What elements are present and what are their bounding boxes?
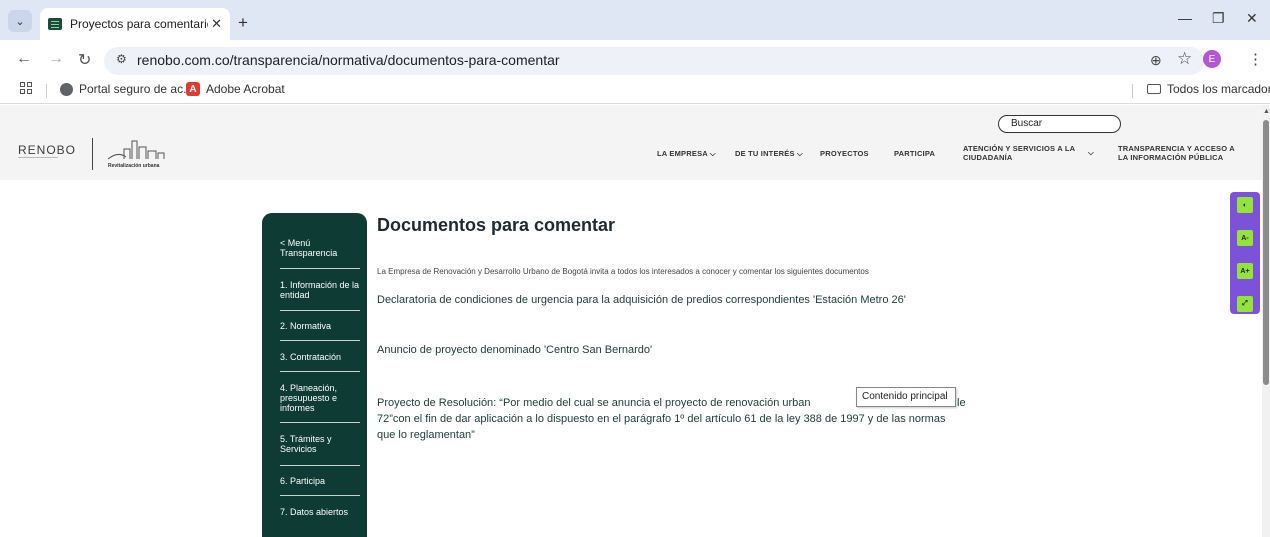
apps-icon[interactable] [20, 82, 32, 94]
page-intro: La Empresa de Renovación y Desarrollo Ur… [377, 267, 869, 276]
sidebar-item-normativa[interactable]: 2. Normativa [280, 321, 360, 331]
increase-font-button[interactable]: A+ [1237, 263, 1253, 279]
tab-title: Proyectos para comentarios | Re [70, 17, 208, 31]
bookmark-divider [1132, 84, 1133, 98]
browser-tab[interactable]: Proyectos para comentarios | Re ✕ [40, 8, 230, 40]
all-bookmarks-label: Todos los marcadores [1167, 82, 1270, 96]
decrease-font-button[interactable]: A- [1237, 230, 1253, 246]
page-title: Documentos para comentar [377, 215, 616, 235]
nav-la-empresa[interactable]: LA EMPRESA ⌵ [657, 149, 716, 158]
zoom-icon[interactable]: ⊕ [1150, 52, 1162, 69]
scroll-up-icon[interactable]: ▲ [1263, 108, 1270, 115]
nav-transparencia[interactable]: TRANSPARENCIA Y ACCESO A LA INFORMACIÓN … [1118, 144, 1243, 162]
sidebar-divider [280, 495, 360, 496]
logo-subtitle: Revitalización urbana [108, 163, 160, 169]
more-menu-icon[interactable]: ⋮ [1248, 50, 1263, 68]
chevron-down-icon: ⌄ [15, 15, 25, 28]
sidebar-item-participa[interactable]: 6. Participa [280, 476, 360, 486]
accessibility-toolbar: ◐ A- A+ ⤢ [1230, 192, 1260, 314]
sidebar-divider [280, 340, 360, 341]
sidebar-divider [280, 268, 360, 269]
tooltip: Contenido principal [856, 387, 956, 407]
new-tab-button[interactable]: + [238, 13, 248, 33]
scrollbar-thumb[interactable] [1263, 120, 1269, 385]
nav-participa[interactable]: PARTICIPA [894, 149, 935, 158]
nav-de-tu-interes[interactable]: DE TU INTERÉS ⌵ [735, 149, 803, 158]
sidebar-item-menu[interactable]: < Menú Transparencia [280, 238, 360, 258]
profile-avatar[interactable]: E [1203, 50, 1221, 68]
bookmark-acrobat[interactable]: A Adobe Acrobat [186, 82, 285, 96]
nav-proyectos[interactable]: PROYECTOS [820, 149, 869, 158]
bookmark-divider [46, 84, 47, 98]
bookmark-star-icon[interactable]: ☆ [1177, 49, 1192, 69]
contrast-icon[interactable]: ◐ [1237, 197, 1253, 213]
nav-atencion-chevron-icon[interactable]: ⌵ [1088, 148, 1094, 157]
close-tab-icon[interactable]: ✕ [211, 16, 222, 32]
site-info-icon[interactable]: ⚙ [116, 52, 127, 66]
transparency-sidebar: < Menú Transparencia 1. Información de l… [262, 213, 367, 537]
all-bookmarks-button[interactable]: Todos los marcadores [1147, 82, 1270, 96]
document-link-san-bernardo[interactable]: Anuncio de proyecto denominado 'Centro S… [377, 342, 652, 359]
folder-icon [1147, 84, 1161, 94]
sidebar-item-planeacion[interactable]: 4. Planeación, presupuesto e informes [280, 383, 360, 413]
logo-divider [92, 138, 93, 170]
document-link-resolucion-line3[interactable]: que lo reglamentan” [377, 427, 475, 444]
sidebar-item-datos[interactable]: 7. Datos abiertos [280, 507, 360, 517]
sidebar-divider [280, 310, 360, 311]
globe-icon [60, 82, 73, 96]
nav-atencion[interactable]: ATENCIÓN Y SERVICIOS A LA CIUDADANÍA [963, 144, 1078, 162]
renobo-logo[interactable]: RENOBO [18, 143, 76, 157]
bookmark-label: Portal seguro de ac... [79, 82, 194, 96]
back-arrow-icon[interactable]: ← [16, 50, 32, 68]
bookmark-portal[interactable]: Portal seguro de ac... [60, 82, 193, 96]
logo-underline [18, 157, 58, 165]
tab-search-button[interactable]: ⌄ [8, 10, 32, 32]
minimize-icon[interactable]: — [1178, 10, 1192, 26]
forward-arrow-icon[interactable]: → [48, 50, 64, 68]
site-search-input[interactable]: Buscar [998, 115, 1121, 133]
site-favicon-icon [48, 18, 62, 30]
document-link-metro26[interactable]: Declaratoria de condiciones de urgencia … [377, 292, 906, 309]
reload-icon[interactable]: ↻ [78, 50, 91, 70]
sidebar-divider [280, 371, 360, 372]
link-highlight-icon[interactable]: ⤢ [1237, 296, 1253, 312]
document-link-resolucion[interactable]: Proyecto de Resolución: “Por medio del c… [377, 395, 811, 412]
document-link-resolucion-cont[interactable]: le [957, 395, 966, 412]
document-link-resolucion-line2[interactable]: 72”con el fin de dar aplicación a lo dis… [377, 411, 945, 428]
url-text[interactable]: renobo.com.co/transparencia/normativa/do… [137, 52, 560, 68]
bookmark-label: Adobe Acrobat [206, 82, 285, 96]
acrobat-icon: A [186, 82, 200, 96]
close-window-icon[interactable]: ✕ [1246, 10, 1258, 27]
sidebar-item-informacion[interactable]: 1. Información de la entidad [280, 280, 360, 300]
sidebar-divider [280, 465, 360, 466]
sidebar-divider [280, 422, 360, 423]
restore-icon[interactable]: ❐ [1212, 10, 1225, 27]
sidebar-item-tramites[interactable]: 5. Trámites y Servicios [280, 434, 360, 454]
sidebar-item-contratacion[interactable]: 3. Contratación [280, 352, 360, 362]
